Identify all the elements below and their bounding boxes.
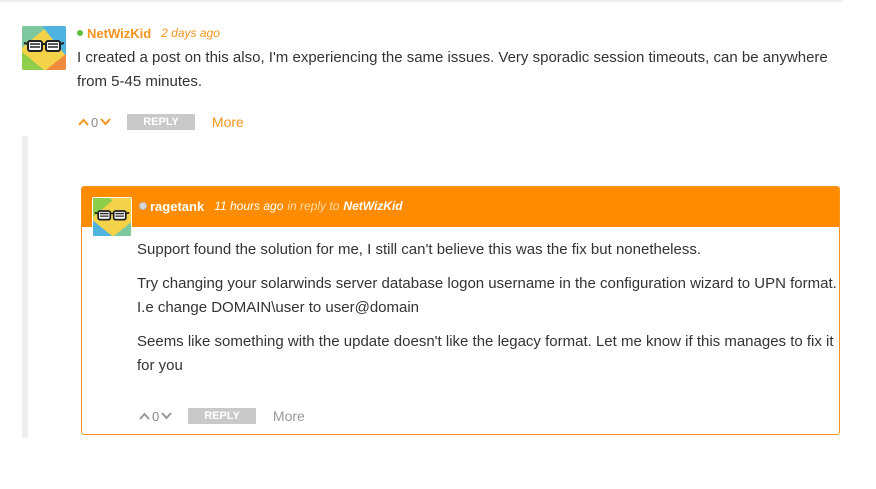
comment-author[interactable]: NetWizKid [87, 26, 151, 41]
vote-count: 0 [91, 114, 99, 130]
reply-button[interactable]: REPLY [127, 114, 195, 130]
online-status-icon [77, 30, 83, 36]
downvote-icon[interactable] [161, 412, 172, 420]
comment-header: ragetank 11 hours ago in reply to NetWiz… [139, 199, 403, 214]
comment-text: I created a post on this also, I'm exper… [77, 49, 828, 90]
comment-body: Support found the solution for me, I sti… [137, 238, 837, 388]
in-reply-to-label: in reply to [287, 199, 340, 213]
comment-timestamp[interactable]: 2 days ago [161, 26, 220, 40]
comment-paragraph: Seems like something with the update doe… [137, 333, 834, 374]
comment-header: NetWizKid 2 days ago [77, 26, 220, 41]
comment-timestamp[interactable]: 11 hours ago [214, 199, 283, 213]
upvote-icon[interactable] [139, 412, 150, 420]
more-link[interactable]: More [273, 408, 305, 424]
top-divider [0, 0, 843, 2]
comment-paragraph: Try changing your solarwinds server data… [137, 275, 837, 316]
more-link[interactable]: More [212, 114, 244, 130]
avatar[interactable] [92, 197, 132, 237]
sunglasses-avatar-icon [93, 198, 131, 236]
vote-widget: 0 [78, 115, 111, 130]
reply-button[interactable]: REPLY [188, 408, 256, 424]
comment-paragraph: Support found the solution for me, I sti… [137, 241, 702, 258]
offline-status-icon [139, 202, 147, 210]
downvote-icon[interactable] [100, 118, 111, 126]
comment-actions: 0 REPLY More [139, 408, 305, 424]
in-reply-to-author[interactable]: NetWizKid [343, 199, 402, 213]
reply-comment: ragetank 11 hours ago in reply to NetWiz… [81, 186, 840, 435]
vote-widget: 0 [139, 409, 172, 424]
upvote-icon[interactable] [78, 118, 89, 126]
comment-actions: 0 REPLY More [78, 114, 244, 130]
avatar[interactable] [22, 26, 66, 70]
comment-author[interactable]: ragetank [150, 199, 204, 214]
thread-indent-line [22, 136, 28, 438]
sunglasses-avatar-icon [22, 26, 66, 70]
vote-count: 0 [152, 408, 160, 424]
